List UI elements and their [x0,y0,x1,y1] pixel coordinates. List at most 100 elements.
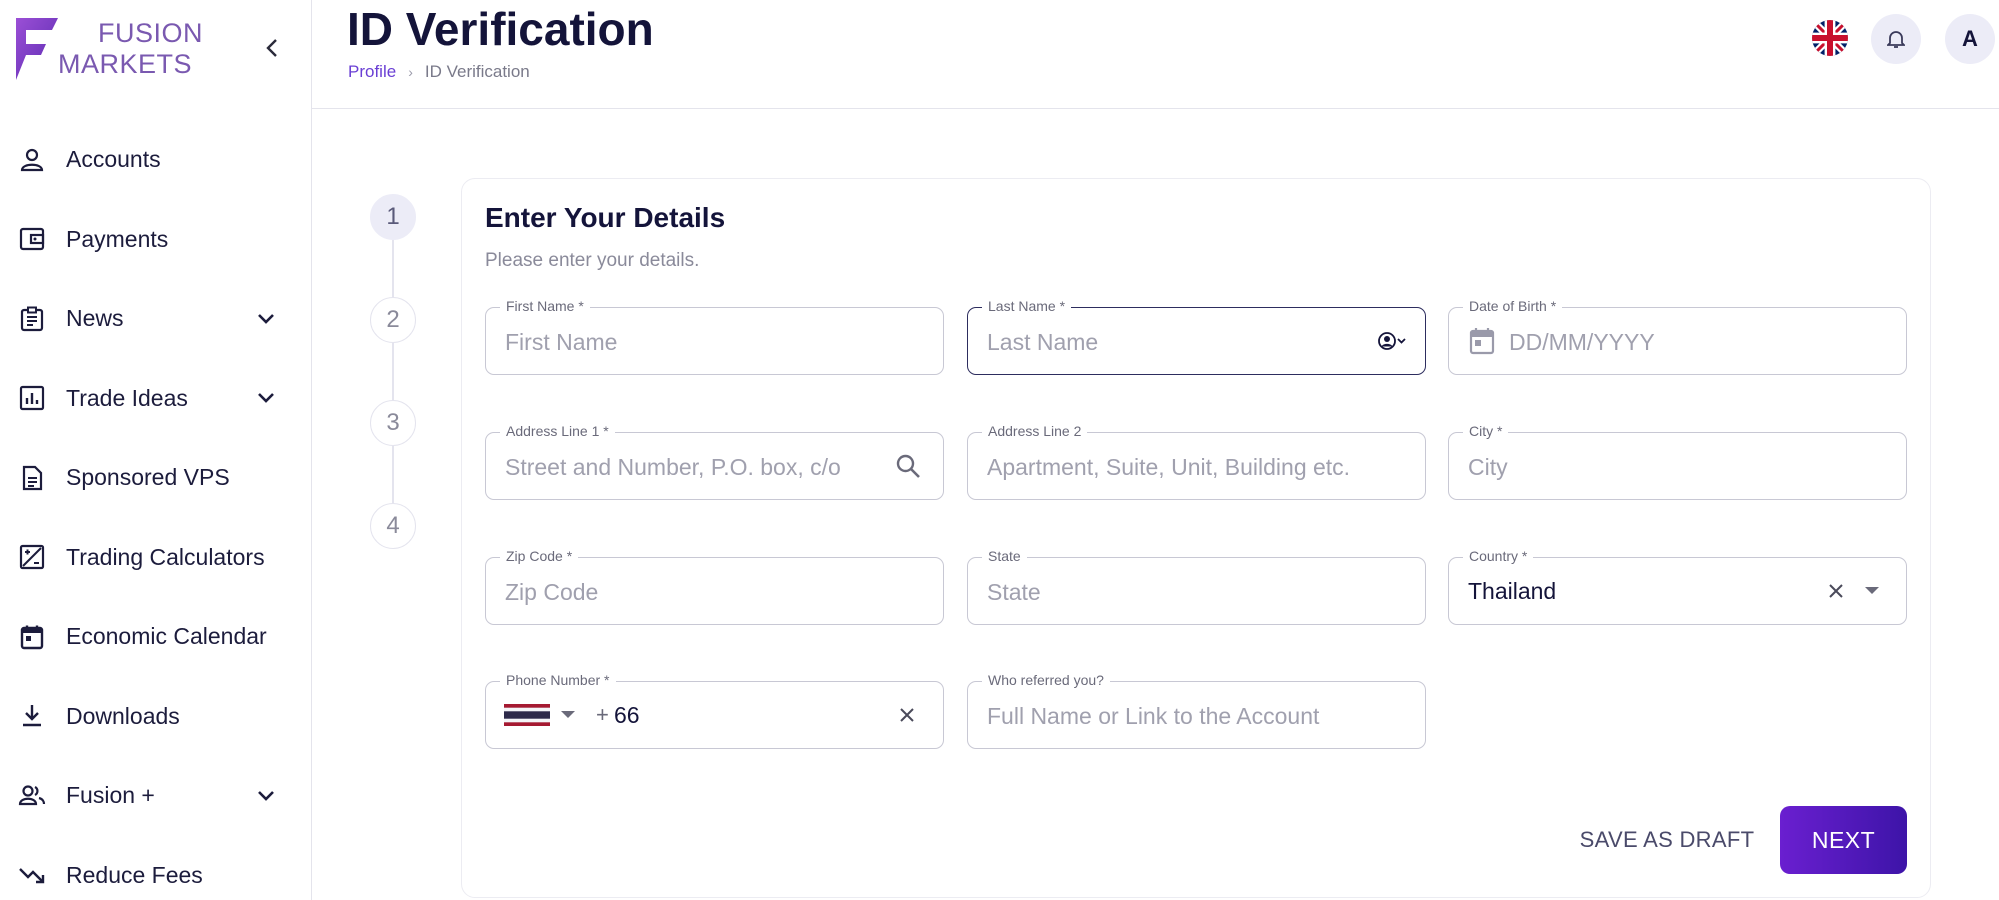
step-2[interactable]: 2 [370,297,416,343]
brand-wordmark: FUSION MARKETS [58,18,203,80]
field-label: Date of Birth * [1463,298,1563,314]
sidebar-item-sponsored-vps[interactable]: Sponsored VPS [0,438,312,518]
last-name-input[interactable] [987,328,1347,356]
sidebar-item-label: Reduce Fees [66,861,203,888]
address-line-1-input[interactable] [505,453,865,481]
field-label: State [982,548,1027,564]
brand-logo[interactable]: FUSION MARKETS [14,14,203,86]
address-line-2-input[interactable] [987,453,1407,481]
chevron-left-icon [266,39,277,57]
uk-flag-icon[interactable] [1812,20,1848,56]
sidebar-item-economic-calendar[interactable]: Economic Calendar [0,597,312,677]
notifications-button[interactable] [1871,14,1921,64]
breadcrumb-separator: › [408,64,413,80]
fusion-logo-icon [16,18,58,80]
sidebar-item-fusion-plus[interactable]: Fusion + [0,756,312,836]
sidebar-item-label: Downloads [66,702,180,729]
stepper-connector [392,446,394,503]
sidebar: FUSION MARKETS Accounts Payments News Tr… [0,0,312,900]
breadcrumb: Profile › ID Verification [348,62,530,82]
field-label: City * [1463,423,1509,439]
field-label: First Name * [500,298,590,314]
save-as-draft-button[interactable]: SAVE AS DRAFT [1577,806,1757,874]
stepper-connector [392,240,394,297]
trending-down-icon [16,859,48,891]
sidebar-item-news[interactable]: News [0,279,312,359]
field-label: Zip Code * [500,548,579,564]
sidebar-item-trading-calculators[interactable]: Trading Calculators [0,518,312,598]
state-field: State [967,548,1426,625]
sidebar-item-label: Accounts [66,146,161,173]
calendar-icon[interactable] [1469,327,1495,355]
collapse-sidebar-button[interactable] [258,34,286,62]
bell-icon [1887,31,1905,48]
state-input[interactable] [987,578,1347,606]
zip-code-input[interactable] [505,578,865,606]
chevron-down-icon[interactable] [254,784,278,808]
breadcrumb-link-profile[interactable]: Profile [348,62,396,82]
date-of-birth-input[interactable] [1509,328,1869,356]
address-line-1-field: Address Line 1 * [485,423,944,500]
page-title: ID Verification [347,3,654,55]
calculator-icon [16,541,48,573]
field-label: Address Line 2 [982,423,1088,439]
group-icon [16,780,48,812]
phone-code[interactable]: 66 [614,702,640,729]
calendar-icon [16,621,48,653]
sidebar-item-label: Economic Calendar [66,623,267,650]
avatar[interactable]: A [1945,14,1995,64]
country-value: Thailand [1468,578,1557,604]
sidebar-item-accounts[interactable]: Accounts [0,120,312,200]
first-name-field: First Name * [485,298,944,375]
chevron-down-icon[interactable] [254,307,278,331]
dropdown-arrow-icon[interactable] [1864,586,1880,596]
step-1[interactable]: 1 [370,194,416,240]
sidebar-item-reduce-fees[interactable]: Reduce Fees [0,836,312,900]
address-line-2-field: Address Line 2 [967,423,1426,500]
field-label: Phone Number * [500,672,616,688]
country-select[interactable]: Country * Thailand [1448,548,1907,625]
first-name-input[interactable] [505,328,865,356]
sidebar-item-label: Fusion + [66,782,155,809]
form-title: Enter Your Details [485,202,726,233]
next-button[interactable]: NEXT [1780,806,1907,874]
referral-input[interactable] [987,702,1407,730]
document-icon [16,462,48,494]
city-field: City * [1448,423,1907,500]
sidebar-item-payments[interactable]: Payments [0,200,312,280]
field-label: Address Line 1 * [500,423,615,439]
zip-code-field: Zip Code * [485,548,944,625]
sidebar-nav: Accounts Payments News Trade Ideas Spons… [0,120,312,900]
country-code-select[interactable] [504,702,576,728]
phone-prefix: + [596,702,609,727]
top-header: ID Verification Profile › ID Verificatio… [312,0,1999,109]
sidebar-item-downloads[interactable]: Downloads [0,677,312,757]
step-4[interactable]: 4 [370,503,416,549]
clear-icon[interactable] [899,707,915,723]
search-icon[interactable] [895,453,921,479]
step-3[interactable]: 3 [370,400,416,446]
referral-field: Who referred you? [967,672,1426,749]
thailand-flag-icon [504,704,550,726]
field-label: Last Name * [982,298,1072,314]
brand-line-1: FUSION [98,18,204,48]
sidebar-item-label: Trading Calculators [66,543,265,570]
clipboard-icon [16,303,48,335]
details-card [461,178,1931,898]
clear-icon[interactable] [1828,583,1844,599]
download-icon [16,700,48,732]
breadcrumb-current: ID Verification [424,62,530,81]
chevron-down-icon[interactable] [254,386,278,410]
field-label: Country * [1463,548,1534,564]
sidebar-item-trade-ideas[interactable]: Trade Ideas [0,359,312,439]
phone-number-field: Phone Number * + 66 [485,672,944,749]
form-subtitle: Please enter your details. [485,250,700,271]
sidebar-item-label: Trade Ideas [66,384,188,411]
field-label: Who referred you? [982,672,1110,688]
contact-autofill-icon[interactable] [1377,331,1407,351]
user-icon [16,144,48,176]
city-input[interactable] [1468,453,1828,481]
date-of-birth-field: Date of Birth * [1448,298,1907,375]
brand-line-2: MARKETS [58,49,193,79]
sidebar-item-label: Payments [66,225,169,252]
